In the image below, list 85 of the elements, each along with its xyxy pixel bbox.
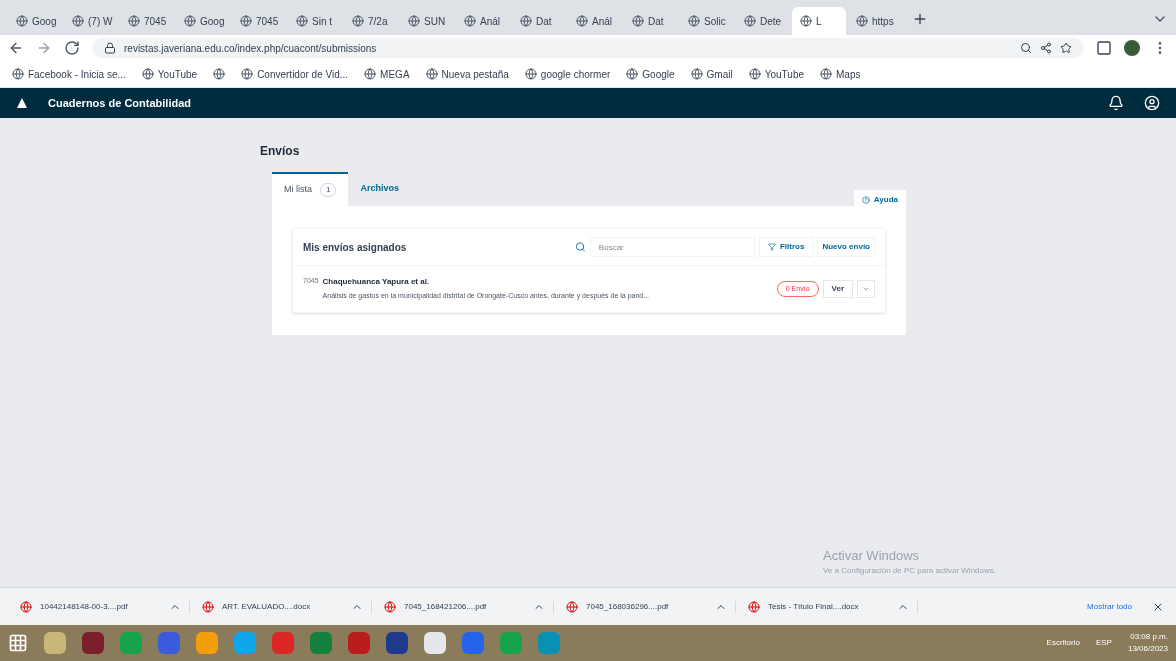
bookmark[interactable]: Nueva pestaña [425, 66, 509, 82]
forward-icon[interactable] [36, 40, 52, 56]
globe-icon [576, 15, 588, 27]
globe-icon [690, 68, 703, 80]
bookmark[interactable]: MEGA [364, 66, 410, 82]
globe-icon [800, 15, 812, 27]
download-item[interactable]: ART. EVALUADO....docx [194, 600, 372, 613]
start-icon[interactable] [8, 633, 28, 653]
globe-icon [352, 15, 364, 27]
globe-icon [520, 15, 532, 27]
globe-icon [296, 15, 308, 27]
app-icon[interactable] [82, 632, 104, 654]
bookmark[interactable]: google chormer [524, 66, 611, 82]
sidebar-icon[interactable] [1096, 40, 1112, 56]
app-icon[interactable] [424, 632, 446, 654]
star-icon[interactable] [1060, 42, 1072, 54]
app-icon[interactable] [196, 632, 218, 654]
zoom-icon[interactable] [1020, 42, 1032, 54]
browser-tab[interactable]: L [792, 7, 846, 35]
clock-time[interactable]: 03:08 p.m. [1130, 631, 1168, 643]
submission-authors: Chaquehuanca Yapura et al. [322, 276, 431, 288]
bookmark[interactable]: Maps [820, 66, 861, 82]
download-item[interactable]: 7045_168036296....pdf [558, 600, 736, 613]
tab[interactable]: Archivos [348, 172, 411, 206]
globe-icon [626, 68, 639, 80]
lock-icon [104, 42, 116, 54]
globe-icon [632, 15, 644, 27]
new-tab-icon[interactable] [912, 11, 928, 27]
globe-icon [744, 15, 756, 27]
globe-icon [524, 68, 537, 80]
bookmark[interactable]: Facebook - Inicia se... [12, 66, 126, 82]
bookmark[interactable]: YouTube [141, 66, 198, 82]
globe-icon [748, 68, 761, 80]
filters-button[interactable]: Filtros [758, 237, 814, 257]
download-item[interactable]: Tesis - Título Final....docx [740, 600, 918, 613]
desktop-label[interactable]: Escritorio [1046, 637, 1080, 649]
globe-icon [16, 15, 28, 27]
filter-icon [767, 243, 776, 251]
download-item[interactable]: 7045_168421206....pdf [376, 600, 554, 613]
globe-icon [464, 15, 476, 27]
notification-icon[interactable] [1108, 95, 1124, 111]
user-icon[interactable] [1144, 95, 1160, 111]
back-icon[interactable] [8, 40, 24, 56]
bookmark[interactable] [213, 68, 226, 80]
address-bar[interactable]: revistas.javeriana.edu.co/index.php/cuacont/submissions [92, 38, 1084, 58]
globe-icon [425, 68, 438, 80]
new-submission-button[interactable]: Nuevo envío [817, 237, 875, 257]
share-icon[interactable] [1040, 42, 1052, 54]
clock-date[interactable]: 13/06/2023 [1127, 643, 1168, 655]
app-icon[interactable] [386, 632, 408, 654]
globe-icon [141, 68, 154, 80]
url-text: revistas.javeriana.edu.co/index.php/cuacont/submissions [124, 41, 377, 56]
globe-icon [364, 68, 377, 80]
bookmark[interactable]: YouTube [748, 66, 804, 82]
list-title: Mis envíos asignados [303, 240, 407, 255]
bookmark[interactable]: Convertidor de Vid... [241, 66, 349, 82]
download-item[interactable]: 10442148148-00-3....pdf [12, 600, 190, 613]
journal-title[interactable]: Cuadernos de Contabilidad [48, 94, 191, 112]
globe-icon [688, 15, 700, 27]
language-label[interactable]: ESP [1095, 637, 1112, 649]
globe-icon [72, 15, 84, 27]
globe-icon [241, 68, 254, 80]
help-icon [861, 196, 870, 204]
activation-text: Ve a Configuración de PC para activar Windows. [823, 565, 996, 577]
tab[interactable]: Mi lista 1 [272, 172, 349, 206]
search-icon [574, 241, 586, 253]
profile-avatar[interactable] [1124, 40, 1140, 56]
page-heading: Envíos [260, 143, 301, 160]
reload-icon[interactable] [64, 40, 80, 56]
app-icon[interactable] [44, 632, 66, 654]
view-button[interactable]: Ver [822, 279, 853, 298]
activation-title: Activar Windows [823, 546, 921, 565]
show-all-link[interactable]: Mostrar todo [1087, 600, 1132, 613]
globe-icon [128, 15, 140, 27]
logo-icon [16, 97, 28, 109]
globe-icon [408, 15, 420, 27]
globe-icon [856, 15, 868, 27]
globe-icon [12, 68, 24, 80]
globe-icon [213, 68, 226, 80]
bookmark[interactable]: Google [626, 66, 675, 82]
search-field[interactable]: Buscar [589, 237, 755, 257]
globe-icon [184, 15, 196, 27]
globe-icon [820, 68, 832, 80]
bookmark[interactable]: Gmail [690, 66, 733, 82]
globe-icon [240, 15, 252, 27]
